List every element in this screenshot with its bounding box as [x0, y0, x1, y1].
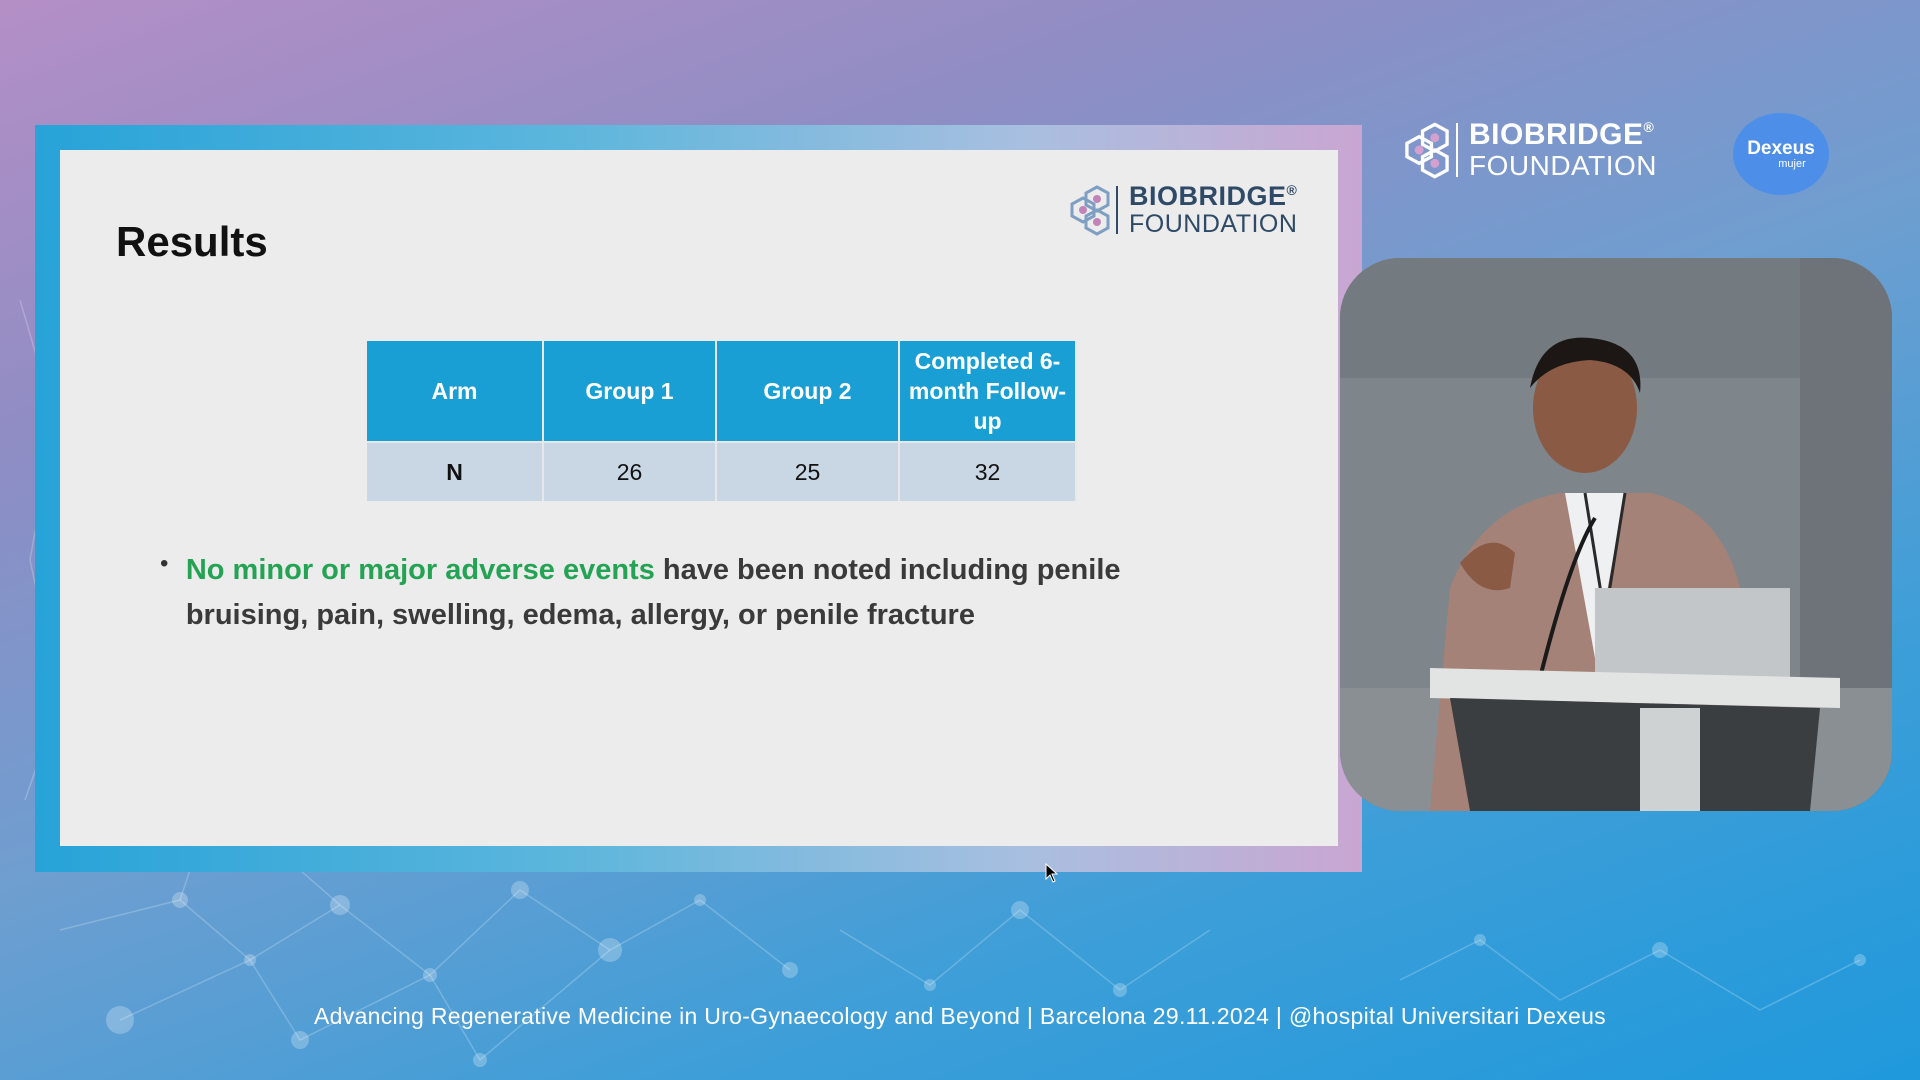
hexagon-cluster-icon [1070, 185, 1110, 236]
dexeus-logo: Dexeus mujer [1733, 113, 1829, 195]
table-header-row: Arm Group 1 Group 2 Completed 6-month Fo… [367, 341, 1077, 442]
bullet-item: • No minor or major adverse events have … [160, 548, 1180, 638]
cell-completed: 32 [899, 441, 1077, 501]
results-table: Arm Group 1 Group 2 Completed 6-month Fo… [367, 341, 1077, 501]
logo-line2: FOUNDATION [1129, 210, 1298, 238]
dexeus-name: Dexeus [1747, 138, 1815, 159]
logo-line1: BIOBRIDGE [1129, 181, 1287, 211]
mouse-pointer-icon [1045, 863, 1059, 883]
logo-divider [1456, 123, 1458, 177]
event-footer: Advancing Regenerative Medicine in Uro-G… [314, 1003, 1606, 1029]
header-group-2: Group 2 [716, 341, 900, 442]
laptop [1595, 588, 1790, 678]
cell-group-2: 25 [716, 441, 900, 501]
registered-mark: ® [1643, 119, 1655, 135]
bullet-text: No minor or major adverse events have be… [186, 548, 1180, 638]
header-biobridge-logo: BIOBRIDGE® FOUNDATION [1398, 120, 1657, 180]
row-label-n: N [367, 441, 544, 501]
speaker-video-scene [1340, 258, 1892, 811]
hexagon-cluster-icon [1405, 122, 1449, 179]
cell-group-1: 26 [543, 441, 717, 501]
table-row: N 26 25 32 [367, 441, 1077, 501]
speaker-video [1340, 258, 1892, 811]
bullet-icon: • [160, 550, 169, 577]
dexeus-sub: mujer [1778, 158, 1806, 170]
logo-divider [1116, 186, 1118, 234]
registered-mark: ® [1286, 182, 1298, 198]
header-logo-line2: FOUNDATION [1469, 150, 1658, 181]
slide-title: Results [116, 218, 268, 265]
bullet-highlight: No minor or major adverse events [185, 554, 655, 586]
presentation-slide: Results BIOBRIDGE® FOUNDATION Arm Group … [60, 150, 1338, 846]
lectern [1450, 698, 1820, 811]
header-arm: Arm [367, 341, 544, 442]
header-completed-followup: Completed 6-month Follow-up [899, 341, 1077, 442]
header-logo-line1: BIOBRIDGE [1469, 118, 1644, 151]
lectern-stand [1640, 708, 1700, 811]
header-group-1: Group 1 [543, 341, 717, 442]
slide-biobridge-logo: BIOBRIDGE® FOUNDATION [1064, 183, 1297, 237]
